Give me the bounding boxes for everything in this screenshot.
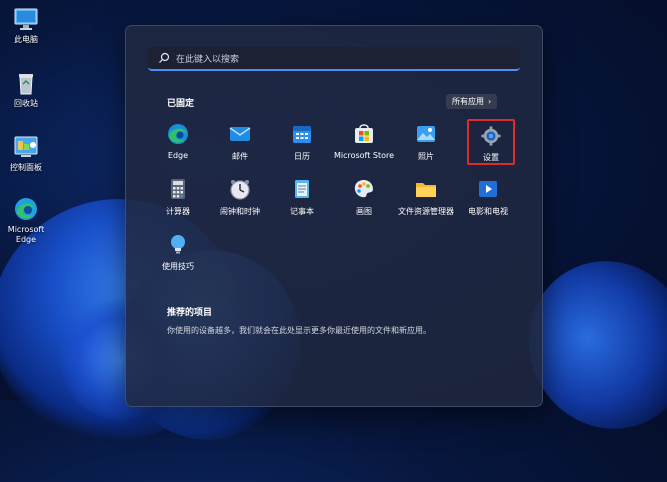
search-box[interactable]: 在此键入以搜索	[148, 47, 520, 71]
pinned-app-movies-tv[interactable]: 电影和电视	[457, 173, 519, 223]
app-label: 文件资源管理器	[398, 207, 454, 216]
chevron-right-icon: ›	[488, 97, 492, 106]
pinned-app-photos[interactable]: 照片	[395, 118, 457, 168]
pinned-app-tips[interactable]: 使用技巧	[147, 228, 209, 278]
tips-icon	[171, 235, 185, 254]
app-label: Microsoft Store	[333, 151, 395, 160]
desktop-icon-label: 回收站	[14, 99, 38, 108]
desktop-icon-this-pc[interactable]: 此电脑	[0, 6, 52, 45]
start-menu: 在此键入以搜索 已固定 所有应用 › Edge 邮件 日历 Microsoft …	[125, 25, 543, 407]
pinned-app-paint[interactable]: 画图	[333, 173, 395, 223]
mail-icon	[229, 127, 251, 141]
notepad-icon	[295, 180, 309, 198]
edge-icon	[168, 124, 188, 144]
desktop-icon-edge[interactable]: Microsoft Edge	[0, 196, 52, 245]
alarm-clock-icon	[230, 180, 250, 200]
desktop-icon-label: 此电脑	[14, 35, 38, 44]
app-label: 日历	[294, 152, 310, 161]
desktop-icon-control-panel[interactable]: 控制面板	[0, 134, 52, 173]
pinned-app-alarms-clock[interactable]: 闹钟和时钟	[209, 173, 271, 223]
pinned-app-settings[interactable]: 设置	[467, 119, 515, 165]
pinned-app-edge[interactable]: Edge	[147, 118, 209, 168]
app-label: 闹钟和时钟	[220, 207, 260, 216]
app-label: 照片	[418, 152, 434, 161]
photos-icon	[417, 126, 435, 142]
pinned-app-calculator[interactable]: 计算器	[147, 173, 209, 223]
all-apps-button[interactable]: 所有应用 ›	[446, 94, 498, 109]
pinned-app-file-explorer[interactable]: 文件资源管理器	[395, 173, 457, 223]
control-panel-icon	[14, 136, 38, 157]
recommended-description: 你使用的设备越多，我们就会在此处显示更多你最近使用的文件和新应用。	[167, 326, 431, 335]
search-placeholder: 在此键入以搜索	[176, 54, 240, 65]
paint-icon	[354, 180, 373, 198]
pinned-app-notepad[interactable]: 记事本	[271, 173, 333, 223]
calculator-icon	[171, 179, 185, 199]
desktop-icon-recycle-bin[interactable]: 回收站	[0, 70, 52, 109]
pinned-app-microsoft-store[interactable]: Microsoft Store	[333, 118, 395, 168]
desktop-icon-label: Microsoft Edge	[7, 225, 45, 244]
movies-tv-icon	[479, 181, 497, 197]
computer-icon	[14, 8, 38, 30]
app-label: 计算器	[166, 207, 190, 216]
desktop-icon-label: 控制面板	[10, 163, 42, 172]
all-apps-label: 所有应用	[452, 97, 484, 106]
folder-icon	[416, 183, 436, 197]
app-label: 使用技巧	[162, 262, 194, 271]
settings-icon	[481, 126, 501, 146]
recommended-section-title: 推荐的项目	[167, 308, 213, 318]
app-label: 设置	[483, 153, 499, 162]
recycle-bin-icon	[19, 74, 33, 95]
app-label: 画图	[356, 207, 372, 216]
pinned-section-title: 已固定	[167, 99, 195, 109]
search-icon	[159, 52, 170, 63]
app-label: 邮件	[232, 152, 248, 161]
pinned-app-calendar[interactable]: 日历	[271, 118, 333, 168]
app-label: 记事本	[290, 207, 314, 216]
app-label: 电影和电视	[468, 207, 508, 216]
edge-icon	[15, 198, 37, 220]
calendar-icon	[293, 126, 311, 143]
app-label: Edge	[167, 151, 189, 160]
store-icon	[355, 124, 373, 143]
pinned-app-mail[interactable]: 邮件	[209, 118, 271, 168]
